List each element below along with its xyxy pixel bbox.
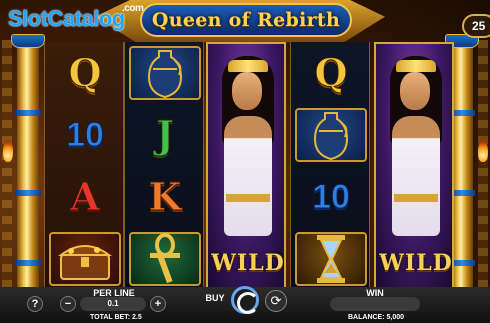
ankh-icon — [125, 228, 205, 290]
symbol-q: Q — [68, 50, 102, 95]
symbol-10: 10 — [312, 178, 351, 216]
symbol-10: 10 — [66, 116, 105, 154]
wild-label: WILD — [211, 250, 285, 276]
wall-decoration-right — [478, 40, 488, 290]
per-line-value: 0.1 — [80, 297, 146, 311]
slotcatalog-watermark: SlotCatalog .com — [8, 3, 144, 31]
total-bet: TOTAL BET: 2.5 — [90, 314, 142, 321]
pillar-left — [11, 34, 45, 290]
win-display — [330, 297, 420, 311]
wild-queen-reel-5: WILD — [374, 42, 454, 290]
autoplay-icon[interactable]: ⟳ — [265, 290, 287, 312]
reel-1: Q 10 A — [44, 42, 124, 292]
symbol-a: A — [70, 174, 101, 219]
symbol-q: Q — [314, 50, 348, 95]
reel-4: Q 10 — [290, 42, 370, 292]
bet-plus-button[interactable]: + — [150, 296, 166, 312]
reel-2: J K — [124, 42, 204, 292]
treasure-chest-icon — [45, 228, 125, 290]
wild-label: WILD — [379, 250, 453, 276]
bet-minus-button[interactable]: − — [60, 296, 76, 312]
hourglass-icon — [291, 228, 371, 290]
torch-left — [3, 140, 13, 162]
spin-button[interactable] — [231, 286, 259, 314]
help-button[interactable]: ? — [27, 296, 43, 312]
pillar-right — [445, 34, 479, 290]
paylines-badge[interactable]: 25 — [462, 14, 490, 38]
symbol-j: J — [156, 112, 175, 157]
vase-icon — [125, 42, 205, 104]
vase-icon — [291, 104, 371, 166]
wild-queen-reel-3: WILD — [206, 42, 286, 290]
buy-button[interactable]: BUY — [202, 293, 228, 303]
symbol-k: K — [148, 174, 182, 219]
game-title: Queen of Rebirth — [151, 9, 341, 31]
balance: BALANCE: 5,000 — [348, 314, 405, 321]
wall-decoration-left — [2, 40, 12, 290]
torch-right — [478, 140, 488, 162]
